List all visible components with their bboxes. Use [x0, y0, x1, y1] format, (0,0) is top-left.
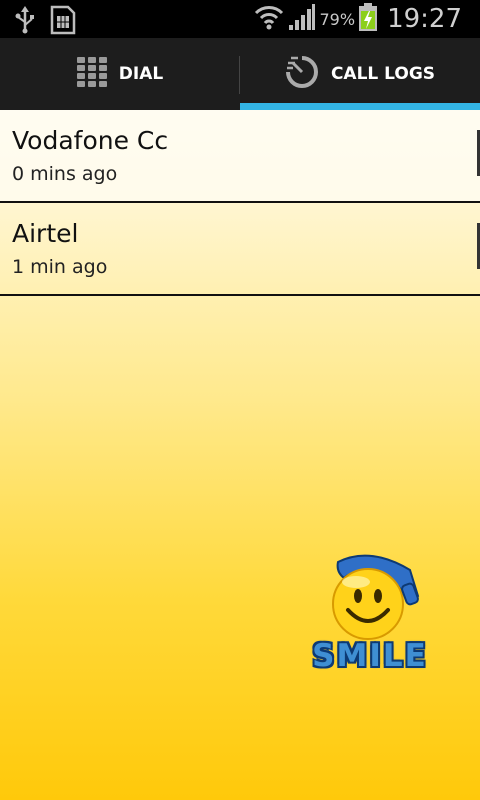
call-time: 1 min ago — [12, 256, 108, 278]
tab-dial-label: DIAL — [118, 64, 164, 84]
sim-card-icon — [50, 5, 76, 39]
tab-dial[interactable]: DIAL — [0, 38, 240, 110]
smile-logo: SMILE — [300, 552, 440, 677]
tab-bar: DIAL CALL LOGS — [0, 38, 480, 110]
call-time: 0 mins ago — [12, 163, 118, 185]
smiley-phone-icon — [332, 554, 420, 640]
tab-call-logs-label: CALL LOGS — [330, 64, 436, 84]
battery-charging-icon — [359, 3, 378, 35]
clock: 19:27 — [387, 4, 462, 34]
call-log-list: Vodafone Cc 0 mins ago Airtel 1 min ago — [0, 110, 480, 296]
caller-name: Airtel — [12, 219, 79, 248]
call-log-icon — [285, 55, 319, 94]
system-icons: 79% 19:27 — [254, 3, 462, 35]
wifi-icon — [254, 3, 284, 35]
keypad-icon — [76, 56, 107, 92]
call-log-item[interactable]: Vodafone Cc 0 mins ago — [0, 110, 480, 203]
tab-call-logs[interactable]: CALL LOGS — [240, 38, 480, 110]
notification-icons — [14, 5, 76, 39]
logo-text: SMILE — [312, 638, 428, 674]
selected-tab-indicator — [240, 103, 480, 110]
status-bar: 79% 19:27 — [0, 0, 480, 38]
call-log-item[interactable]: Airtel 1 min ago — [0, 203, 480, 296]
signal-icon — [288, 3, 316, 35]
caller-name: Vodafone Cc — [12, 126, 169, 155]
battery-percent: 79% — [319, 9, 356, 29]
usb-icon — [14, 6, 36, 38]
